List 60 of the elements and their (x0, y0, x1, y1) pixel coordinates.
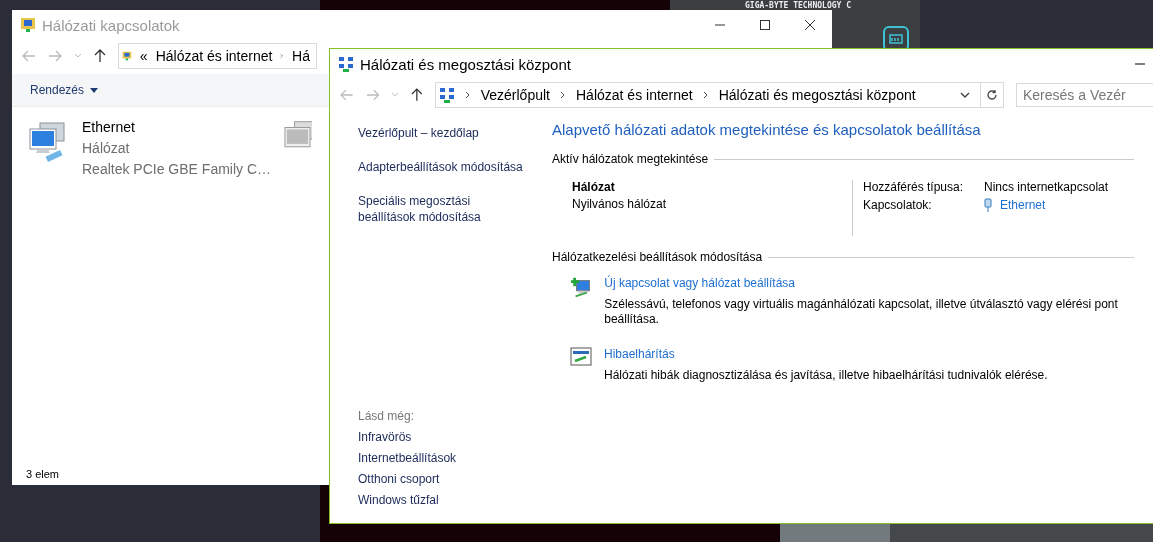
adapter-name: Ethernet (82, 118, 136, 137)
see-also-link[interactable]: Windows tűzfal (358, 493, 552, 507)
adapter-network: Hálózat (82, 139, 131, 158)
access-label: Hozzáférés típusa: (863, 180, 965, 194)
chevron-right-icon (560, 91, 566, 99)
up-arrow-icon[interactable] (411, 88, 423, 102)
new-network-icon (570, 276, 593, 300)
chevron-right-icon (280, 52, 285, 60)
up-arrow-icon[interactable] (94, 49, 106, 63)
see-also-link[interactable]: Otthoni csoport (358, 472, 552, 486)
ethernet-plug-icon (984, 198, 992, 212)
task-link[interactable]: Hibaelhárítás (604, 347, 1048, 362)
task-description: Hálózati hibák diagnosztizálása és javítása, illetve hibaelhárítási tudnivalók elérése. (604, 368, 1048, 383)
connections-label: Kapcsolatok: (863, 198, 933, 212)
chevron-right-icon (702, 91, 709, 99)
sidebar-link[interactable]: Speciális megosztási beállítások módosítása (358, 193, 528, 225)
section-title: Aktív hálózatok megtekintése (552, 152, 709, 166)
network-type: Nyilvános hálózat (572, 197, 668, 211)
breadcrumb-item[interactable]: Vezérlőpult (480, 87, 550, 103)
access-value: Nincs internetkapcsolat (984, 180, 1109, 194)
see-also-heading: Lásd még: (358, 409, 416, 423)
chevron-right-icon (464, 91, 471, 99)
search-field[interactable]: Keresés a Vezér (1016, 83, 1153, 107)
breadcrumb-item[interactable]: Hálózat és internet (155, 48, 273, 64)
background-text: GIGA-BYTE TECHNOLOGY C (745, 1, 851, 10)
close-icon[interactable] (804, 19, 816, 31)
back-arrow-icon[interactable] (340, 89, 354, 101)
network-name: Hálózat (572, 180, 616, 194)
organize-menu[interactable]: Rendezés (30, 83, 99, 97)
overflow-mark[interactable]: « (139, 48, 148, 64)
connection-link[interactable]: Ethernet (1000, 198, 1046, 212)
troubleshoot-icon (570, 347, 592, 367)
address-bar[interactable]: Vezérlőpult Hálózat és internet Hálózati és megosztási központ (434, 82, 1004, 108)
chevron-down-icon[interactable] (960, 91, 970, 99)
refresh-icon (986, 89, 998, 101)
maximize-icon[interactable] (759, 19, 771, 31)
window-title: Hálózati és megosztási központ (360, 55, 571, 73)
forward-arrow-icon[interactable] (48, 50, 62, 62)
breadcrumb-item[interactable]: Hálózat és internet (576, 87, 693, 103)
adapter-description: Realtek PCIe GBE Family C… (82, 160, 272, 179)
network-icon (338, 56, 354, 72)
status-text: 3 elem (26, 468, 60, 480)
breadcrumb-item[interactable]: Hálózati és megosztási központ (718, 87, 916, 103)
network-folder-icon (20, 17, 36, 33)
adapter-item[interactable]: Ethernet Hálózat Realtek PCIe GBE Family C… (28, 119, 272, 180)
caret-icon (90, 87, 99, 93)
sidebar-link[interactable]: Vezérlőpult – kezdőlap (358, 125, 528, 141)
task-description: Szélessávú, telefonos vagy virtuális magánhálózati kapcsolat, illetve útválasztó vagy elérési pont beállítása. (604, 297, 1119, 327)
address-bar[interactable]: « Hálózat és internet Há (118, 43, 317, 69)
breadcrumb-item[interactable]: Há (292, 48, 310, 64)
task-link[interactable]: Új kapcsolat vagy hálózat beállítása (604, 276, 1134, 291)
sidebar-link[interactable]: Adapterbeállítások módosítása (358, 159, 528, 175)
see-also-link[interactable]: Internetbeállítások (358, 451, 552, 465)
window-title: Hálózati kapcsolatok (42, 16, 180, 34)
page-heading: Alapvető hálózati adatok megtekintése és kapcsolatok beállítása (552, 121, 982, 138)
see-also-link[interactable]: Infravörös (358, 430, 552, 444)
section-title: Hálózatkezelési beállítások módosítása (552, 250, 763, 264)
forward-arrow-icon[interactable] (365, 89, 380, 101)
back-arrow-icon[interactable] (22, 50, 36, 62)
network-icon (438, 87, 455, 103)
